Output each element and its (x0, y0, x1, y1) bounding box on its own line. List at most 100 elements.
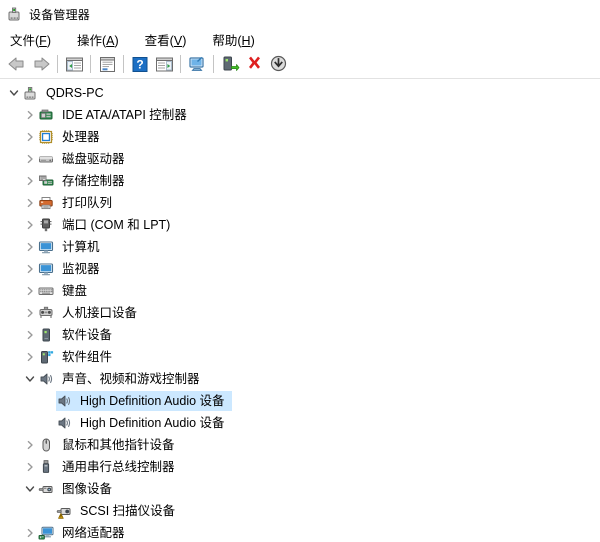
tree-item-monitors[interactable]: 监视器 (0, 258, 600, 280)
tree-item-network-adapters[interactable]: 网络适配器 (0, 522, 600, 542)
chevron-down-icon[interactable] (6, 82, 22, 104)
uninstall-device-icon (245, 55, 264, 73)
tree-item-label: QDRS-PC (44, 83, 107, 103)
menu-help[interactable]: 帮助(H) (210, 29, 256, 50)
chevron-right-icon[interactable] (22, 434, 38, 456)
title-bar: 设备管理器 (0, 0, 600, 28)
tree-item-processors[interactable]: 处理器 (0, 126, 600, 148)
tree-item-label: 存储控制器 (60, 171, 128, 191)
chevron-right-icon[interactable] (22, 302, 38, 324)
properties-icon (98, 56, 117, 73)
tree-item-scsi-scanner-device[interactable]: SCSI 扫描仪设备 (0, 500, 600, 522)
disable-device-icon (269, 55, 288, 73)
tree-item-software-devices[interactable]: 软件设备 (0, 324, 600, 346)
update-driver-button[interactable] (218, 52, 242, 76)
tree-item-label: 计算机 (60, 237, 103, 257)
window-title: 设备管理器 (29, 6, 90, 23)
svg-text:?: ? (136, 57, 143, 71)
tree-item-hd-audio-device-2[interactable]: High Definition Audio 设备 (0, 412, 600, 434)
software-device-icon (38, 327, 54, 343)
chevron-right-icon[interactable] (22, 214, 38, 236)
device-tree[interactable]: QDRS-PC IDE ATA/ATAPI 控制器 (0, 79, 600, 542)
chevron-right-icon[interactable] (22, 456, 38, 478)
tree-item-label: High Definition Audio 设备 (78, 413, 228, 433)
tree-item-label: 声音、视频和游戏控制器 (60, 369, 203, 389)
print-queue-icon (38, 195, 54, 211)
console-tree-button[interactable] (62, 52, 86, 76)
chevron-right-icon[interactable] (22, 346, 38, 368)
toolbar: ? (0, 50, 600, 78)
sound-icon (38, 371, 54, 387)
tree-item-print-queues[interactable]: 打印队列 (0, 192, 600, 214)
menu-view[interactable]: 查看(V) (143, 29, 189, 50)
forward-icon (31, 55, 51, 73)
properties-button[interactable] (95, 52, 119, 76)
selected-row-highlight: High Definition Audio 设备 (56, 391, 232, 411)
scan-hardware-changes-button[interactable] (185, 52, 209, 76)
tree-item-imaging-devices[interactable]: 图像设备 (0, 478, 600, 500)
update-driver-icon (220, 55, 240, 73)
tree-item-computer[interactable]: 计算机 (0, 236, 600, 258)
help-icon: ? (131, 56, 149, 73)
forward-button[interactable] (29, 52, 53, 76)
chevron-right-icon[interactable] (22, 126, 38, 148)
chevron-right-icon[interactable] (22, 236, 38, 258)
software-component-icon (38, 349, 54, 365)
chevron-right-icon[interactable] (22, 258, 38, 280)
tree-item-label: 监视器 (60, 259, 103, 279)
chevron-right-icon[interactable] (22, 522, 38, 542)
chevron-right-icon[interactable] (22, 170, 38, 192)
uninstall-device-button[interactable] (242, 52, 266, 76)
tree-item-root[interactable]: QDRS-PC (0, 82, 600, 104)
tree-item-ports[interactable]: 端口 (COM 和 LPT) (0, 214, 600, 236)
tree-item-label: 人机接口设备 (60, 303, 140, 323)
keyboard-icon (38, 283, 54, 299)
tree-item-label: 软件设备 (60, 325, 115, 345)
tree-item-label: 处理器 (60, 127, 103, 147)
tree-item-sound-video-game-controllers[interactable]: 声音、视频和游戏控制器 (0, 368, 600, 390)
scan-for-hardware-changes-icon (187, 55, 207, 73)
tree-item-label: 鼠标和其他指针设备 (60, 435, 178, 455)
tree-item-label: High Definition Audio 设备 (78, 391, 228, 411)
tree-item-hid[interactable]: 人机接口设备 (0, 302, 600, 324)
chevron-right-icon[interactable] (22, 324, 38, 346)
toolbar-separator (123, 55, 124, 73)
help-button[interactable]: ? (128, 52, 152, 76)
sound-icon (56, 393, 72, 409)
tree-item-label: 端口 (COM 和 LPT) (60, 215, 173, 235)
action-pane-button[interactable] (152, 52, 176, 76)
imaging-device-icon (38, 481, 54, 497)
chevron-down-icon[interactable] (22, 478, 38, 500)
tree-item-software-components[interactable]: 软件组件 (0, 346, 600, 368)
chevron-down-icon[interactable] (22, 368, 38, 390)
processor-icon (38, 129, 54, 145)
disable-device-button[interactable] (266, 52, 290, 76)
chevron-right-icon[interactable] (22, 192, 38, 214)
tree-item-label: 网络适配器 (60, 523, 128, 542)
toolbar-separator (90, 55, 91, 73)
sound-icon (56, 415, 72, 431)
tree-item-label: 键盘 (60, 281, 90, 301)
tree-item-keyboards[interactable]: 键盘 (0, 280, 600, 302)
monitor-blue-icon (38, 239, 54, 255)
disk-drive-icon (38, 151, 54, 167)
tree-item-mice[interactable]: 鼠标和其他指针设备 (0, 434, 600, 456)
tree-item-storage-controllers[interactable]: 存储控制器 (0, 170, 600, 192)
tree-item-hd-audio-device-1[interactable]: High Definition Audio 设备 (0, 390, 600, 412)
toolbar-separator (180, 55, 181, 73)
tree-item-usb-controllers[interactable]: 通用串行总线控制器 (0, 456, 600, 478)
tree-item-label: SCSI 扫描仪设备 (78, 501, 178, 521)
show-hide-action-pane-icon (155, 56, 174, 73)
computer-icon (22, 85, 38, 101)
tree-item-ide-controllers[interactable]: IDE ATA/ATAPI 控制器 (0, 104, 600, 126)
tree-item-disk-drives[interactable]: 磁盘驱动器 (0, 148, 600, 170)
chevron-right-icon[interactable] (22, 148, 38, 170)
tree-item-label: 打印队列 (60, 193, 115, 213)
menu-file[interactable]: 文件(F) (8, 29, 53, 50)
chevron-right-icon[interactable] (22, 280, 38, 302)
toolbar-separator (213, 55, 214, 73)
back-button[interactable] (5, 52, 29, 76)
chevron-right-icon[interactable] (22, 104, 38, 126)
menu-action[interactable]: 操作(A) (75, 29, 121, 50)
back-icon (7, 55, 27, 73)
